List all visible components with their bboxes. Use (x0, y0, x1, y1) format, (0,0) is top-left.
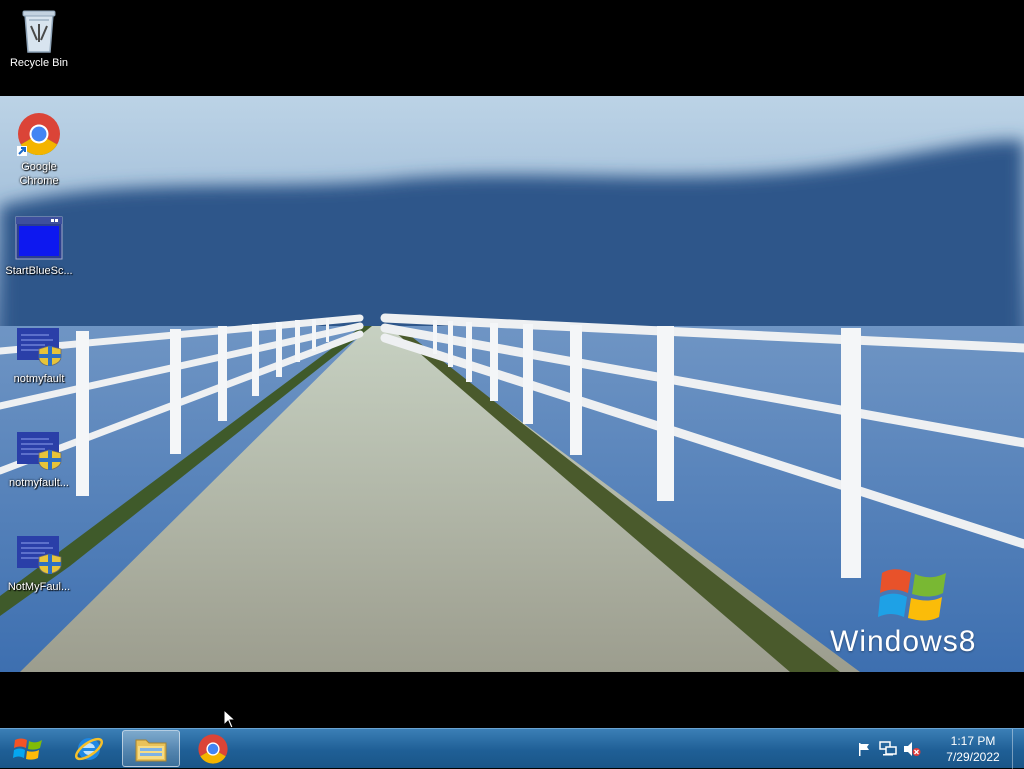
windows-start-icon (13, 738, 42, 760)
windows8-wordmark: Windows8 (830, 625, 977, 658)
notmyfault-icon (15, 322, 63, 370)
desktop-icon-startbluescreen[interactable]: StartBlueSc... (2, 214, 76, 278)
desktop-icon-notmyfault[interactable]: notmyfault (2, 322, 76, 386)
notmyfault-icon (15, 426, 63, 474)
desktop-icon-notmyfault-2[interactable]: notmyfault... (2, 426, 76, 490)
file-explorer-icon (135, 739, 167, 761)
desktop-icon-label: notmyfault... (9, 477, 69, 489)
desktop-icon-label: NotMyFaul... (7, 581, 71, 593)
action-center-flag-icon[interactable] (855, 740, 873, 758)
taskbar-google-chrome[interactable] (184, 730, 242, 767)
system-tray: 1:17 PM 7/29/2022 (852, 729, 1008, 769)
taskbar-clock[interactable]: 1:17 PM 7/29/2022 (938, 733, 1008, 765)
clock-time: 1:17 PM (950, 734, 996, 748)
desktop-icon-recycle-bin[interactable]: Recycle Bin (2, 6, 76, 70)
notmyfault-icon (15, 530, 63, 578)
desktop-icon-label: Recycle Bin (9, 57, 69, 69)
clock-date: 7/29/2022 (946, 750, 1000, 764)
mouse-cursor-icon (223, 709, 237, 729)
desktop: Windows8 Recycle Bin Google Chrome Start… (0, 0, 1024, 729)
start-button[interactable] (0, 729, 56, 769)
desktop-icon-label: notmyfault (13, 373, 65, 385)
ie-icon (74, 737, 104, 760)
windows-flag-icon (878, 569, 946, 621)
desktop-icon-google-chrome[interactable]: Google Chrome (2, 110, 76, 188)
desktop-icon-label: Google Chrome (19, 161, 59, 187)
show-desktop-button[interactable] (1012, 729, 1024, 769)
network-icon[interactable] (879, 740, 897, 758)
desktop-icon-notmyfault-3[interactable]: NotMyFaul... (2, 530, 76, 594)
volume-muted-icon[interactable] (903, 740, 921, 758)
taskbar: 1:17 PM 7/29/2022 (0, 728, 1024, 769)
bluescreen-app-icon (15, 214, 63, 262)
desktop-icon-label: StartBlueSc... (5, 265, 73, 277)
taskbar-file-explorer[interactable] (122, 730, 180, 767)
chrome-icon (198, 733, 228, 764)
windows8-brand: Windows8 (830, 563, 1000, 663)
chrome-icon (15, 110, 63, 158)
taskbar-internet-explorer[interactable] (60, 730, 118, 767)
recycle-bin-icon (15, 6, 63, 54)
